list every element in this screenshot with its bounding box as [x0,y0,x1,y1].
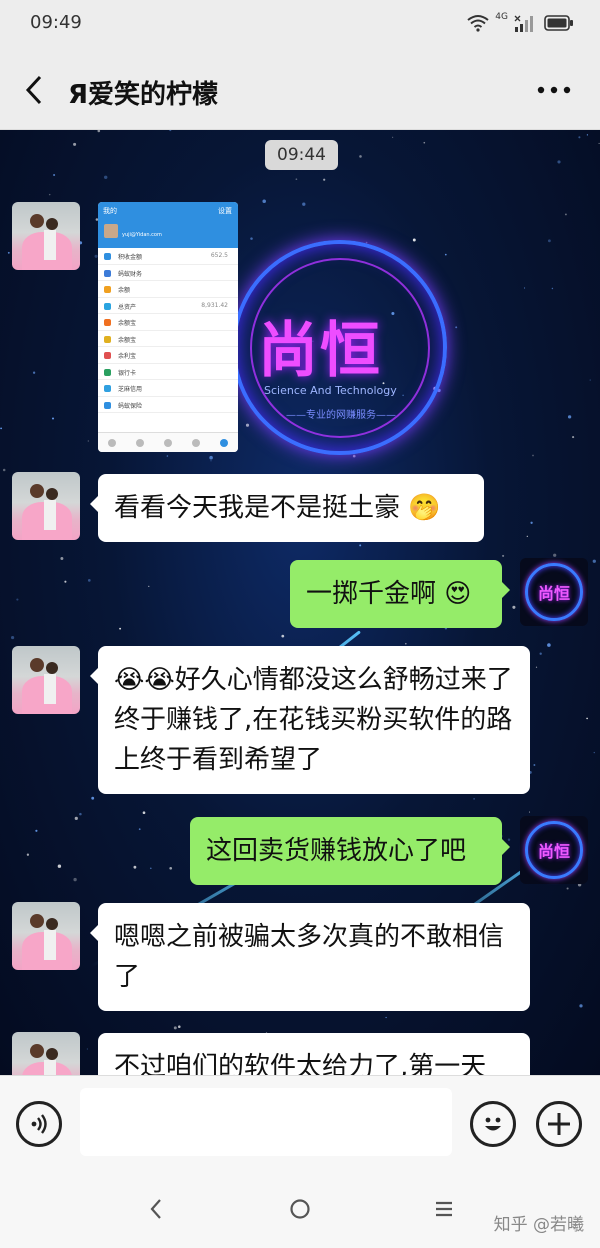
watermark: 知乎 @若曦 [493,1215,584,1235]
signal-icon [514,15,533,32]
screenshot-row: 余额宝 [98,314,238,331]
more-functions-button[interactable] [536,1101,582,1147]
screenshot-row-icon [104,335,111,343]
nav-menu-button[interactable] [424,1194,464,1224]
back-button[interactable] [16,72,52,108]
message-timestamp: 09:44 [265,140,338,170]
screenshot-user: yuji@Yidan.com [122,232,162,238]
network-label: 4G [495,12,508,22]
screenshot-row: 余额宝 [98,331,238,347]
screenshot-header-right: 设置 [218,207,232,215]
nav-menu-icon [436,1201,452,1217]
message-bubble[interactable]: 不过咱们的软件太给力了,第一天 [98,1033,530,1075]
screenshot-header-label: 我的 [103,207,117,215]
wifi-icon [467,15,489,32]
screenshot-row-label: 蚂蚁财务 [118,270,143,278]
chat-area[interactable]: 尚恒 Science And Technology ——专业的网赚服务—— 09… [0,130,600,1075]
screenshot-row-label: 余额宝 [118,320,137,327]
voice-icon [31,1114,47,1134]
screenshot-row-label: 余利宝 [118,353,137,360]
logo-subtitle: Science And Technology [264,384,397,397]
contact-avatar[interactable] [12,902,80,970]
screenshot-row: 积收金额 652.5 [98,248,238,265]
screenshot-row-icon [104,385,111,392]
message-bubble[interactable]: 😭😭好久心情都没这么舒畅过来了终于赚钱了,在花钱买粉买软件的路上终于看到希望了 [90,646,530,794]
screenshot-row-value: 8,931.42 [201,301,228,309]
message-bubble[interactable]: 看看今天我是不是挺土豪 🤭 [90,474,484,542]
screenshot-row-label: 蚂蚁保险 [118,402,143,410]
screenshot-row-icon [104,401,111,409]
message-bubble[interactable]: 这回卖货赚钱放心了吧 [190,817,510,885]
nav-back-button[interactable] [136,1194,176,1224]
screenshot-row: 余额 [98,281,238,298]
screenshot-row: 蚂蚁财务 [98,265,238,281]
logo-title: 尚恒 [258,316,382,386]
screenshot-row: 总资产 8,931.42 [98,298,238,314]
more-icon [537,86,571,94]
screenshot-rows: 积收金额 652.5 蚂蚁财务 余额 总资产 8,931.42 余额宝 余额宝 余利宝 银行卡芝… [98,248,238,413]
self-avatar[interactable]: 尚恒 [520,558,588,626]
status-bar: 09:49 4G [0,0,600,50]
screenshot-row-label: 余额宝 [118,336,137,344]
screenshot-header: 我的 设置 yuji@Yidan.com [98,202,238,248]
contact-avatar[interactable] [12,472,80,540]
screenshot-row-label: 银行卡 [118,369,137,377]
self-avatar-text: 尚恒 [537,842,570,861]
smiley-icon [485,1117,501,1131]
screenshot-row-label: 芝麻信用 [118,386,143,393]
screenshot-row-value: 652.5 [210,252,228,259]
screenshot-row-label: 余额 [118,287,131,294]
plus-icon [548,1113,570,1135]
screenshot-row-icon [104,302,111,310]
message-input[interactable] [80,1088,452,1156]
emoji-button[interactable] [470,1101,516,1147]
screenshot-row-icon [104,352,111,359]
screenshot-row-icon [104,253,111,260]
self-avatar-text: 尚恒 [537,584,570,603]
nav-home-button[interactable] [280,1194,320,1224]
screenshot-row: 芝麻信用 [98,380,238,397]
voice-button[interactable] [16,1101,62,1147]
message-bubble[interactable]: 嗯嗯之前被骗太多次真的不敢相信了 [90,903,530,1011]
screenshot-row-icon [104,368,111,376]
status-time: 09:49 [30,12,82,33]
more-options-button[interactable] [534,78,574,102]
chevron-left-icon [25,75,42,105]
status-icons: 4G [467,12,574,32]
screenshot-row: 蚂蚁保险 [98,397,238,413]
battery-icon [544,15,573,31]
logo-tagline: ——专业的网赚服务—— [286,410,396,421]
contact-avatar[interactable] [12,202,80,270]
screenshot-row: 银行卡 [98,364,238,380]
chat-title: Я爱笑的柠檬 [68,80,219,110]
nav-home-icon [290,1199,310,1219]
message-bubble[interactable]: 一掷千金啊 😍 [290,560,510,628]
nav-back-icon [150,1199,161,1219]
system-nav-bar: 知乎 @若曦 [0,1170,600,1248]
input-bar [0,1075,600,1170]
screenshot-row-icon [104,319,111,326]
self-avatar[interactable]: 尚恒 [520,816,588,884]
image-message[interactable]: 我的 设置 yuji@Yidan.com 积收金额 652.5 蚂蚁财务余额总资产… [98,202,238,452]
screenshot-tabbar [98,432,238,452]
screenshot-avatar [104,224,118,238]
title-bar: Я爱笑的柠檬 [0,50,600,130]
screenshot-row-label: 总资产 [118,303,137,311]
screenshot-row-label: 积收金额 [118,254,143,261]
screenshot-row: 余利宝 [98,347,238,364]
screenshot-row-icon [104,286,111,293]
screenshot-row-icon [104,269,111,277]
contact-avatar[interactable] [12,1032,80,1075]
background-logo: 尚恒 Science And Technology ——专业的网赚服务—— [232,240,447,455]
contact-avatar[interactable] [12,646,80,714]
